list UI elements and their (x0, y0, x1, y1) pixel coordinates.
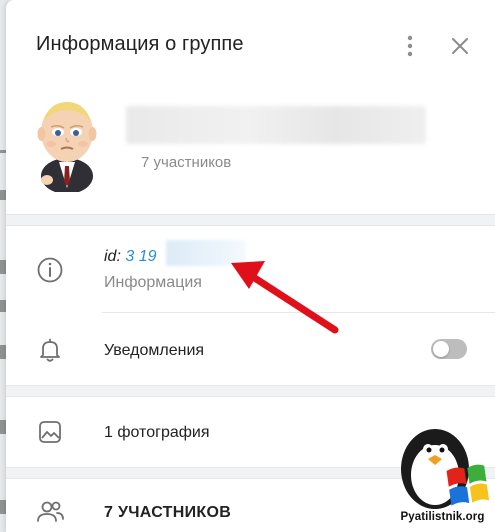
group-name-redacted (126, 106, 426, 144)
users-icon (35, 497, 65, 527)
group-profile: 7 участников (6, 92, 495, 214)
id-prefix: id: (104, 248, 121, 265)
watermark-text: Pyatilistnik.org (400, 511, 485, 523)
dialog-title: Информация о группе (36, 33, 244, 55)
watermark: Pyatilistnik.org (390, 415, 495, 532)
bell-icon (35, 335, 65, 365)
close-button[interactable] (446, 32, 474, 60)
group-id[interactable]: id: 3 19 (104, 248, 157, 266)
image-icon (35, 417, 65, 447)
more-vertical-icon (407, 35, 413, 57)
close-icon (452, 38, 468, 54)
members-count: 7 участников (141, 154, 232, 171)
section-divider (6, 214, 495, 226)
notifications-label: Уведомления (104, 342, 205, 359)
photos-label: 1 фотография (104, 424, 210, 441)
section-divider (6, 385, 495, 397)
annotation-arrow (231, 261, 339, 334)
id-value: 3 19 (125, 248, 157, 265)
group-avatar[interactable] (29, 96, 105, 192)
notifications-toggle[interactable] (431, 339, 467, 359)
toggle-knob (433, 341, 449, 357)
info-label: Информация (104, 274, 202, 291)
dialog-header: Информация о группе (6, 0, 495, 92)
members-label: 7 УЧАСТНИКОВ (104, 504, 232, 521)
penguin-logo (401, 429, 490, 509)
info-icon (35, 255, 65, 285)
more-options-button[interactable] (396, 32, 424, 60)
